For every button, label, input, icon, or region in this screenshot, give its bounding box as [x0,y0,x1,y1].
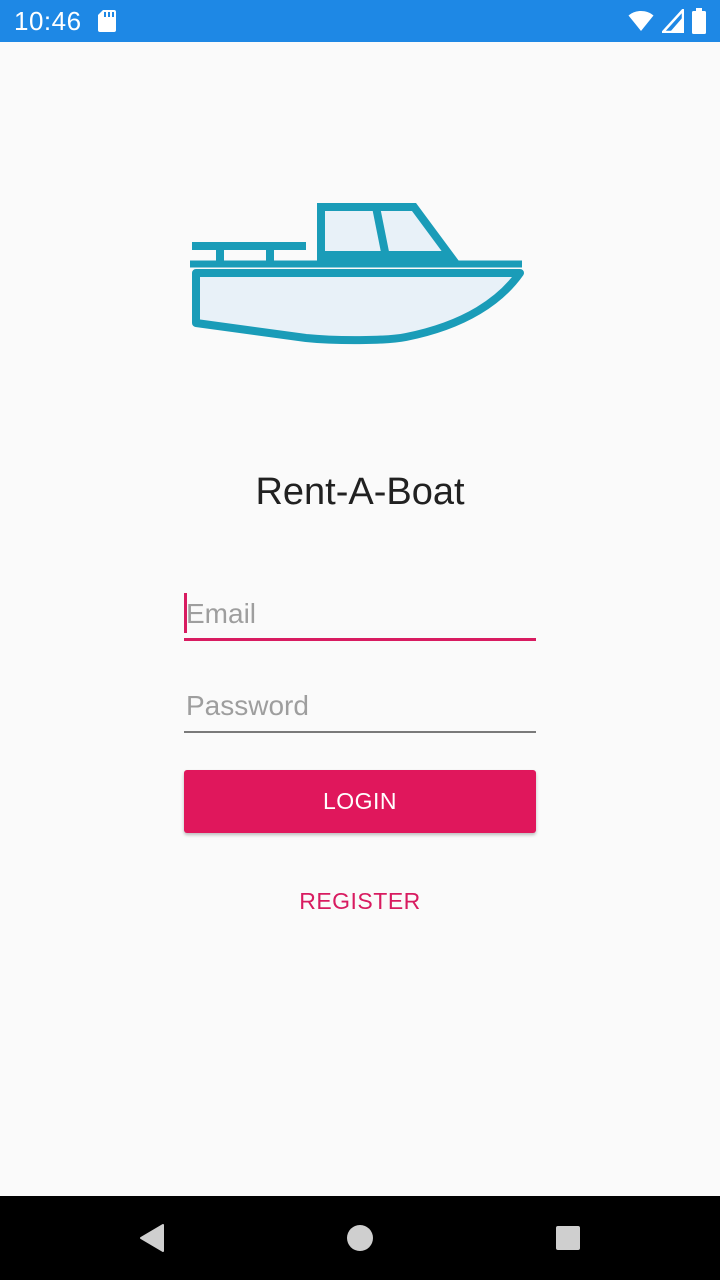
email-field-container [184,589,536,641]
login-screen: 10:46 Rent-A-Boat Email LOGIN REGISTER [0,0,720,1280]
battery-icon [692,8,706,34]
password-underline [184,731,536,733]
status-time: 10:46 [14,6,82,36]
login-button[interactable]: LOGIN [184,770,536,833]
password-field-container [184,681,536,733]
home-icon [347,1225,373,1251]
email-input[interactable] [184,589,536,639]
text-caret [184,593,187,633]
status-bar: 10:46 [0,0,720,42]
recents-button[interactable] [546,1216,590,1260]
home-button[interactable] [338,1216,382,1260]
recents-icon [556,1226,580,1250]
back-button[interactable] [130,1216,174,1260]
signal-icon [662,9,684,33]
wifi-icon [628,11,654,31]
sd-card-icon [98,10,116,32]
navigation-bar [0,1196,720,1280]
app-title: Rent-A-Boat [255,471,465,513]
register-button[interactable]: REGISTER [260,876,460,926]
email-underline [184,638,536,641]
back-icon [140,1224,164,1252]
password-input[interactable] [184,681,536,731]
status-icons [628,8,706,34]
boat-icon [190,203,524,345]
